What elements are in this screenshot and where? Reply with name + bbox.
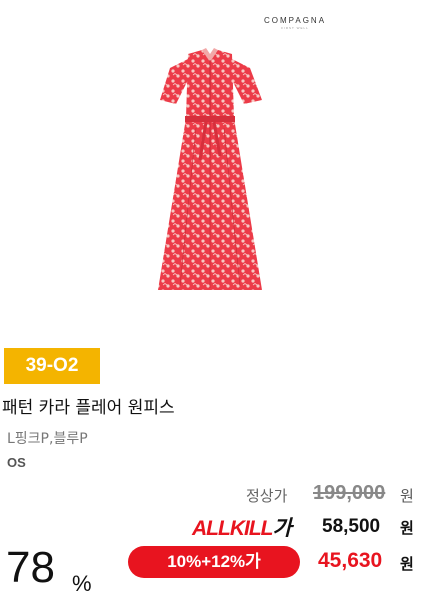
allkill-logo: ALLKILL가 [192, 512, 292, 542]
allkill-logo-suffix: 가 [272, 517, 291, 540]
size-option: OS [7, 455, 26, 470]
color-options: L핑크P,블루P [7, 431, 88, 447]
original-price-unit: 원 [400, 487, 414, 505]
product-code-badge: 39-O2 [4, 348, 100, 384]
product-card[interactable]: COMPAGNA FIRST WELL 39-O2 패턴 카라 플레어 원피스 [0, 0, 430, 600]
brand-name: COMPAGNA [263, 16, 327, 25]
final-price-unit: 원 [400, 555, 414, 573]
original-price: 199,000 [313, 482, 386, 504]
coupon-discount-badge[interactable]: 10%+12%가 [128, 546, 300, 578]
product-title[interactable]: 패턴 카라 플레어 원피스 [2, 393, 175, 418]
allkill-logo-prefix: ALLKILL [192, 517, 273, 540]
brand-subtitle: FIRST WELL [281, 26, 309, 30]
discount-rate: 78 [6, 543, 55, 592]
allkill-price: 58,500 [322, 516, 381, 537]
final-price: 45,630 [318, 549, 383, 572]
discount-rate-unit: % [72, 571, 92, 596]
dress-photo-icon[interactable] [140, 38, 280, 300]
brand-logo: COMPAGNA FIRST WELL [262, 16, 328, 30]
original-price-label: 정상가 [246, 487, 288, 505]
allkill-price-unit: 원 [400, 519, 414, 537]
